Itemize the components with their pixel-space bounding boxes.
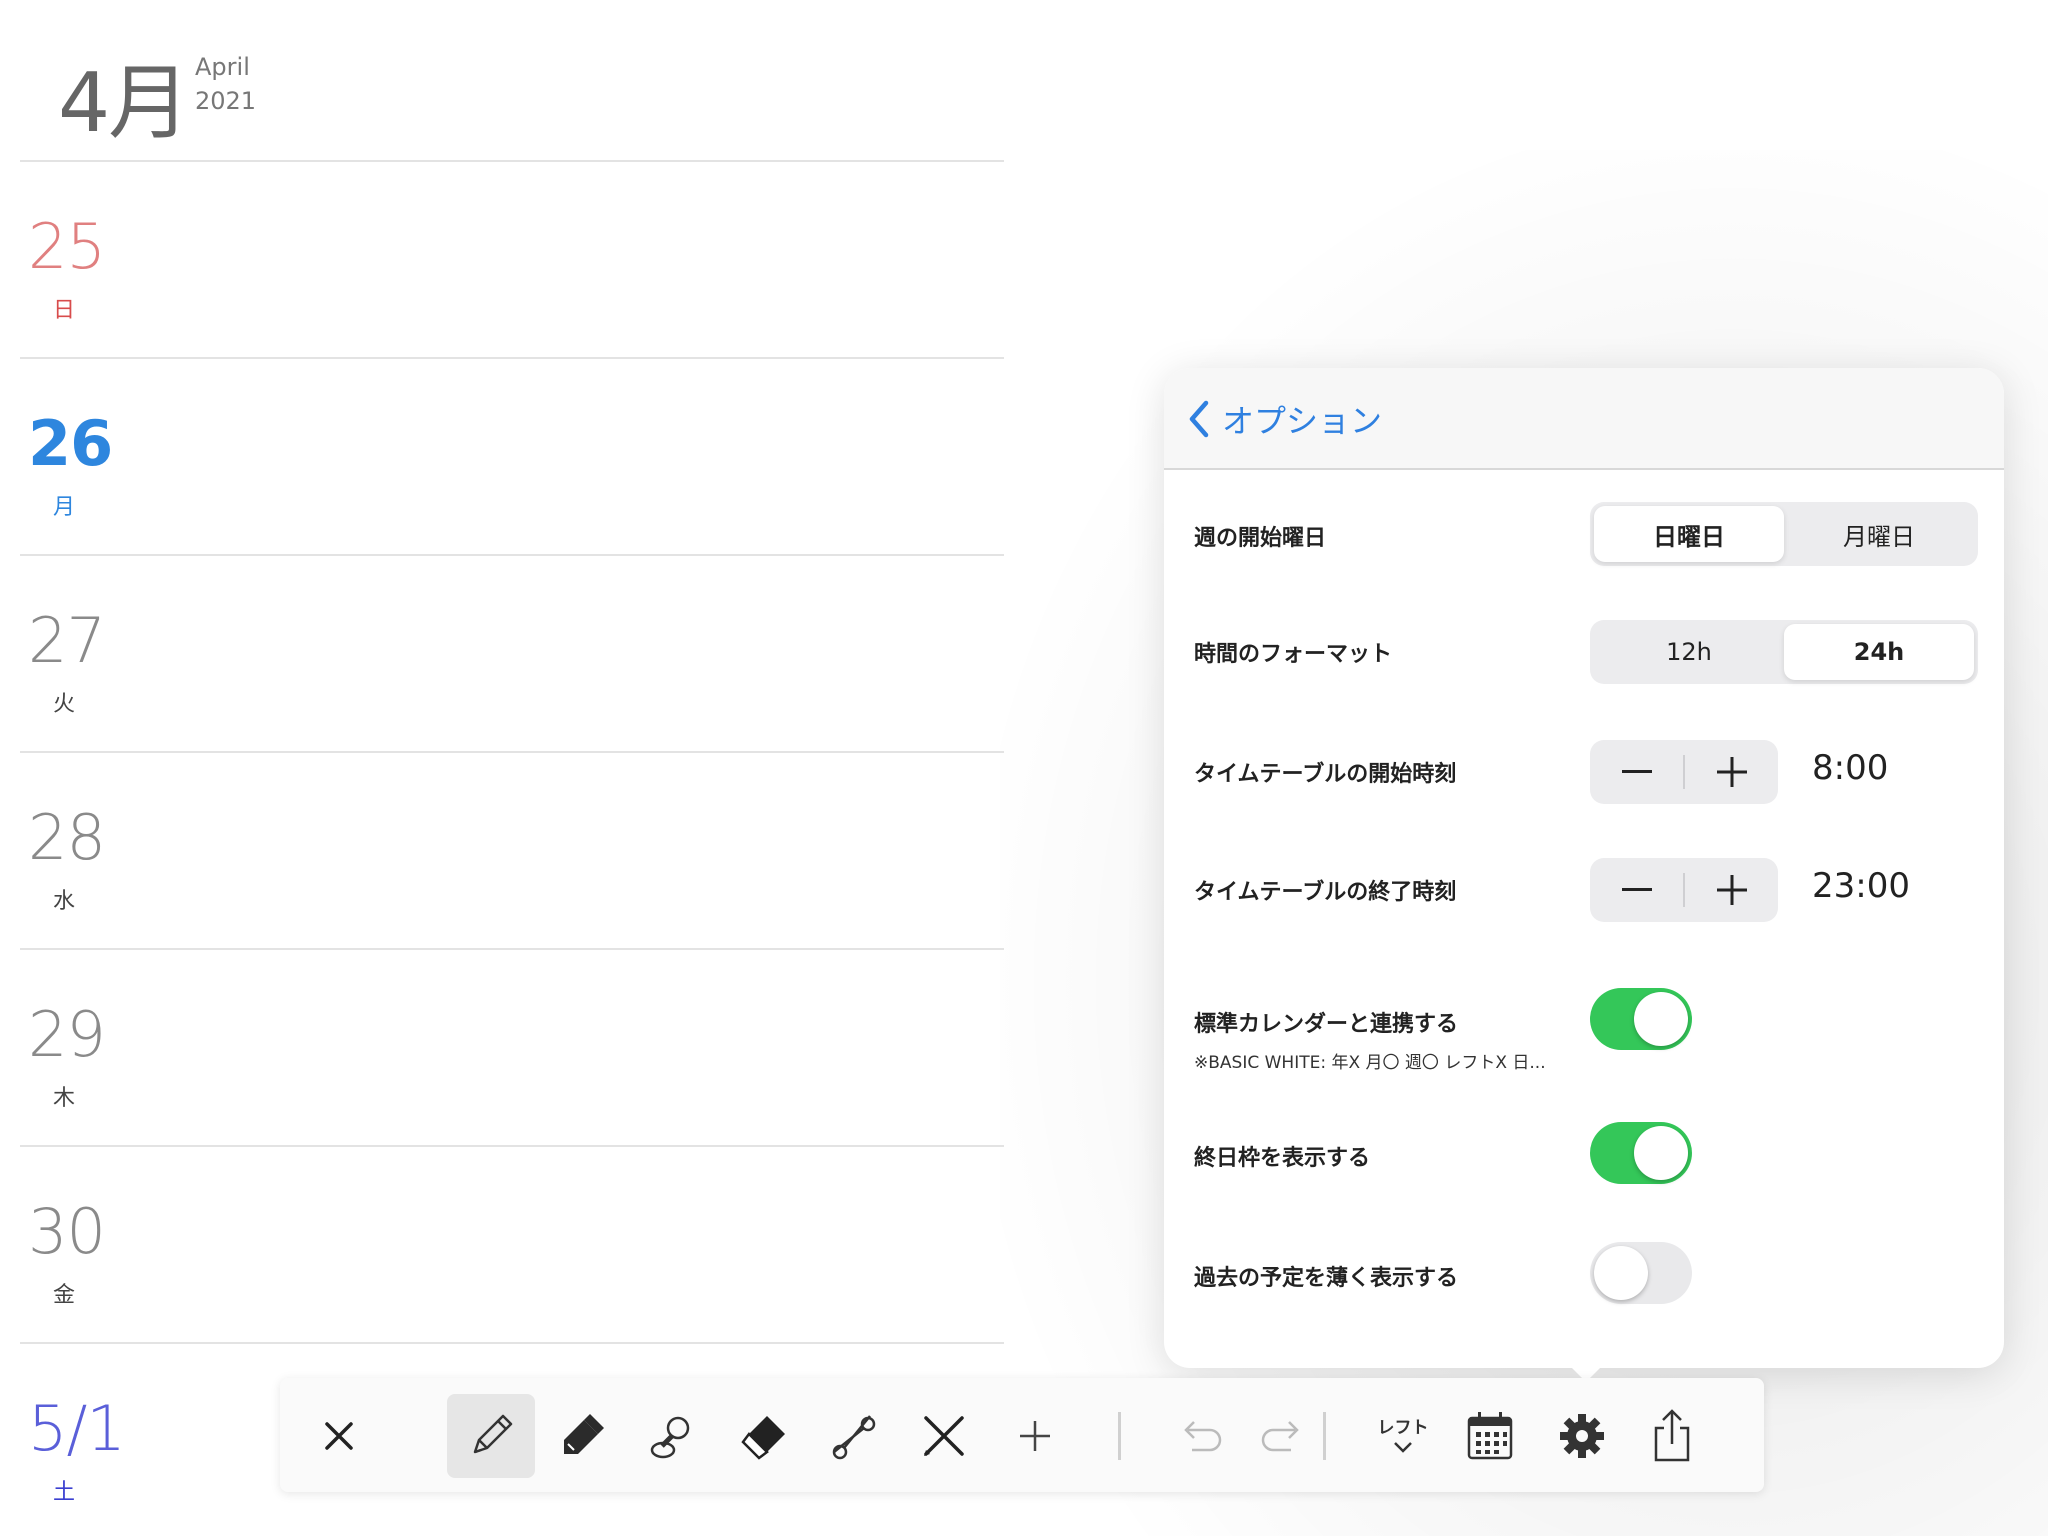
day-number: 5/1 [28,1392,126,1465]
day-row[interactable]: 28 水 [20,751,1004,948]
day-weekday: 火 [53,692,76,717]
day-weekday: 木 [53,1086,76,1111]
day-row[interactable]: 26 月 [20,357,1004,554]
day-weekday: 土 [53,1480,76,1505]
timetable-end-stepper [1590,858,1778,922]
month-english: April [195,53,250,81]
popover-header: オプション [1164,368,2004,470]
segment-24h[interactable]: 24h [1784,624,1974,680]
pencil-tool-button[interactable] [447,1394,535,1478]
fade-past-toggle[interactable] [1590,1242,1692,1304]
day-number: 27 [28,604,106,677]
sync-calendar-label: 標準カレンダーと連携する [1194,1012,1459,1037]
day-number: 28 [28,801,106,874]
add-button[interactable] [995,1396,1075,1476]
layout-label: レフト [1377,1418,1429,1438]
day-number: 29 [28,998,106,1071]
redo-button[interactable] [1243,1396,1323,1476]
toggle-knob [1634,992,1688,1046]
toggle-knob [1634,1126,1688,1180]
bottom-toolbar: レフト [280,1378,1764,1492]
stamp-tool-button[interactable] [634,1396,714,1476]
gear-icon [1560,1414,1604,1458]
day-number: 30 [28,1195,106,1268]
chevron-down-icon [1394,1442,1412,1453]
timetable-start-stepper [1590,740,1778,804]
segment-monday[interactable]: 月曜日 [1784,506,1974,562]
scissors-tool-button[interactable] [814,1396,894,1476]
toggle-knob [1594,1246,1648,1300]
week-start-label: 週の開始曜日 [1194,526,1327,551]
timetable-start-label: タイムテーブルの開始時刻 [1194,762,1457,787]
marker-icon [564,1414,604,1454]
decrement-button[interactable] [1590,858,1683,922]
segment-sunday[interactable]: 日曜日 [1594,506,1784,562]
pen-cross-icon [924,1416,964,1456]
options-popover: オプション 週の開始曜日 日曜日 月曜日 時間のフォーマット 12h 24h タ… [1164,368,2004,1368]
share-icon [1654,1409,1690,1462]
scissors-icon [832,1415,876,1460]
day-row[interactable]: 30 金 [20,1145,1004,1342]
settings-button[interactable] [1542,1396,1622,1476]
eraser-icon [741,1416,785,1460]
month-title: 4月 [58,56,190,151]
day-number: 25 [28,210,106,283]
marker-tool-button[interactable] [542,1396,622,1476]
timetable-start-value: 8:00 [1812,748,1889,788]
sync-calendar-subtitle: ※BASIC WHITE: 年X 月〇 週〇 レフトX 日... [1194,1053,1546,1073]
sync-calendar-toggle[interactable] [1590,988,1692,1050]
day-weekday: 月 [53,495,76,520]
year: 2021 [195,87,257,115]
toolbar-separator [1118,1412,1121,1460]
minus-icon [1621,888,1652,891]
minus-icon [1621,770,1652,773]
share-button[interactable] [1632,1396,1712,1476]
day-weekday: 金 [53,1283,76,1308]
plus-icon [1020,1421,1050,1451]
plus-icon [1716,757,1747,787]
day-row[interactable]: 29 木 [20,948,1004,1145]
stamp-icon [650,1416,690,1459]
close-icon [325,1422,353,1450]
day-weekday: 日 [53,298,76,323]
toolbar-separator [1323,1412,1326,1460]
day-weekday: 水 [53,889,76,914]
decrement-button[interactable] [1590,740,1683,804]
redo-icon [1261,1421,1299,1452]
increment-button[interactable] [1685,858,1778,922]
week-start-segmented-control: 日曜日 月曜日 [1590,502,1978,566]
segment-12h[interactable]: 12h [1594,624,1784,680]
calendar-icon [1467,1412,1513,1460]
eraser-tool-button[interactable] [723,1396,803,1476]
pencil-icon [473,1414,513,1454]
fade-past-label: 過去の予定を薄く表示する [1194,1266,1459,1291]
timetable-end-value: 23:00 [1812,866,1910,906]
day-list: 25 日 26 月 27 火 28 水 29 木 30 金 5/1 土 [20,160,1004,1539]
month-subtitle: April 2021 [195,50,256,118]
timetable-end-label: タイムテーブルの終了時刻 [1194,880,1457,905]
day-row[interactable]: 27 火 [20,554,1004,751]
undo-button[interactable] [1160,1396,1240,1476]
all-day-toggle[interactable] [1590,1122,1692,1184]
layout-menu-button[interactable]: レフト [1363,1396,1443,1476]
day-number: 26 [28,407,113,480]
back-label: オプション [1222,402,1383,440]
time-format-label: 時間のフォーマット [1194,642,1393,667]
undo-icon [1184,1421,1222,1452]
chevron-left-icon [1189,400,1209,438]
plus-icon [1716,875,1747,905]
time-format-segmented-control: 12h 24h [1590,620,1978,684]
all-day-label: 終日枠を表示する [1194,1146,1371,1171]
lasso-pen-tool-button[interactable] [904,1396,984,1476]
calendar-button[interactable] [1450,1396,1530,1476]
back-button[interactable]: オプション [1188,396,1382,442]
increment-button[interactable] [1685,740,1778,804]
close-button[interactable] [299,1396,379,1476]
day-row[interactable]: 25 日 [20,160,1004,357]
